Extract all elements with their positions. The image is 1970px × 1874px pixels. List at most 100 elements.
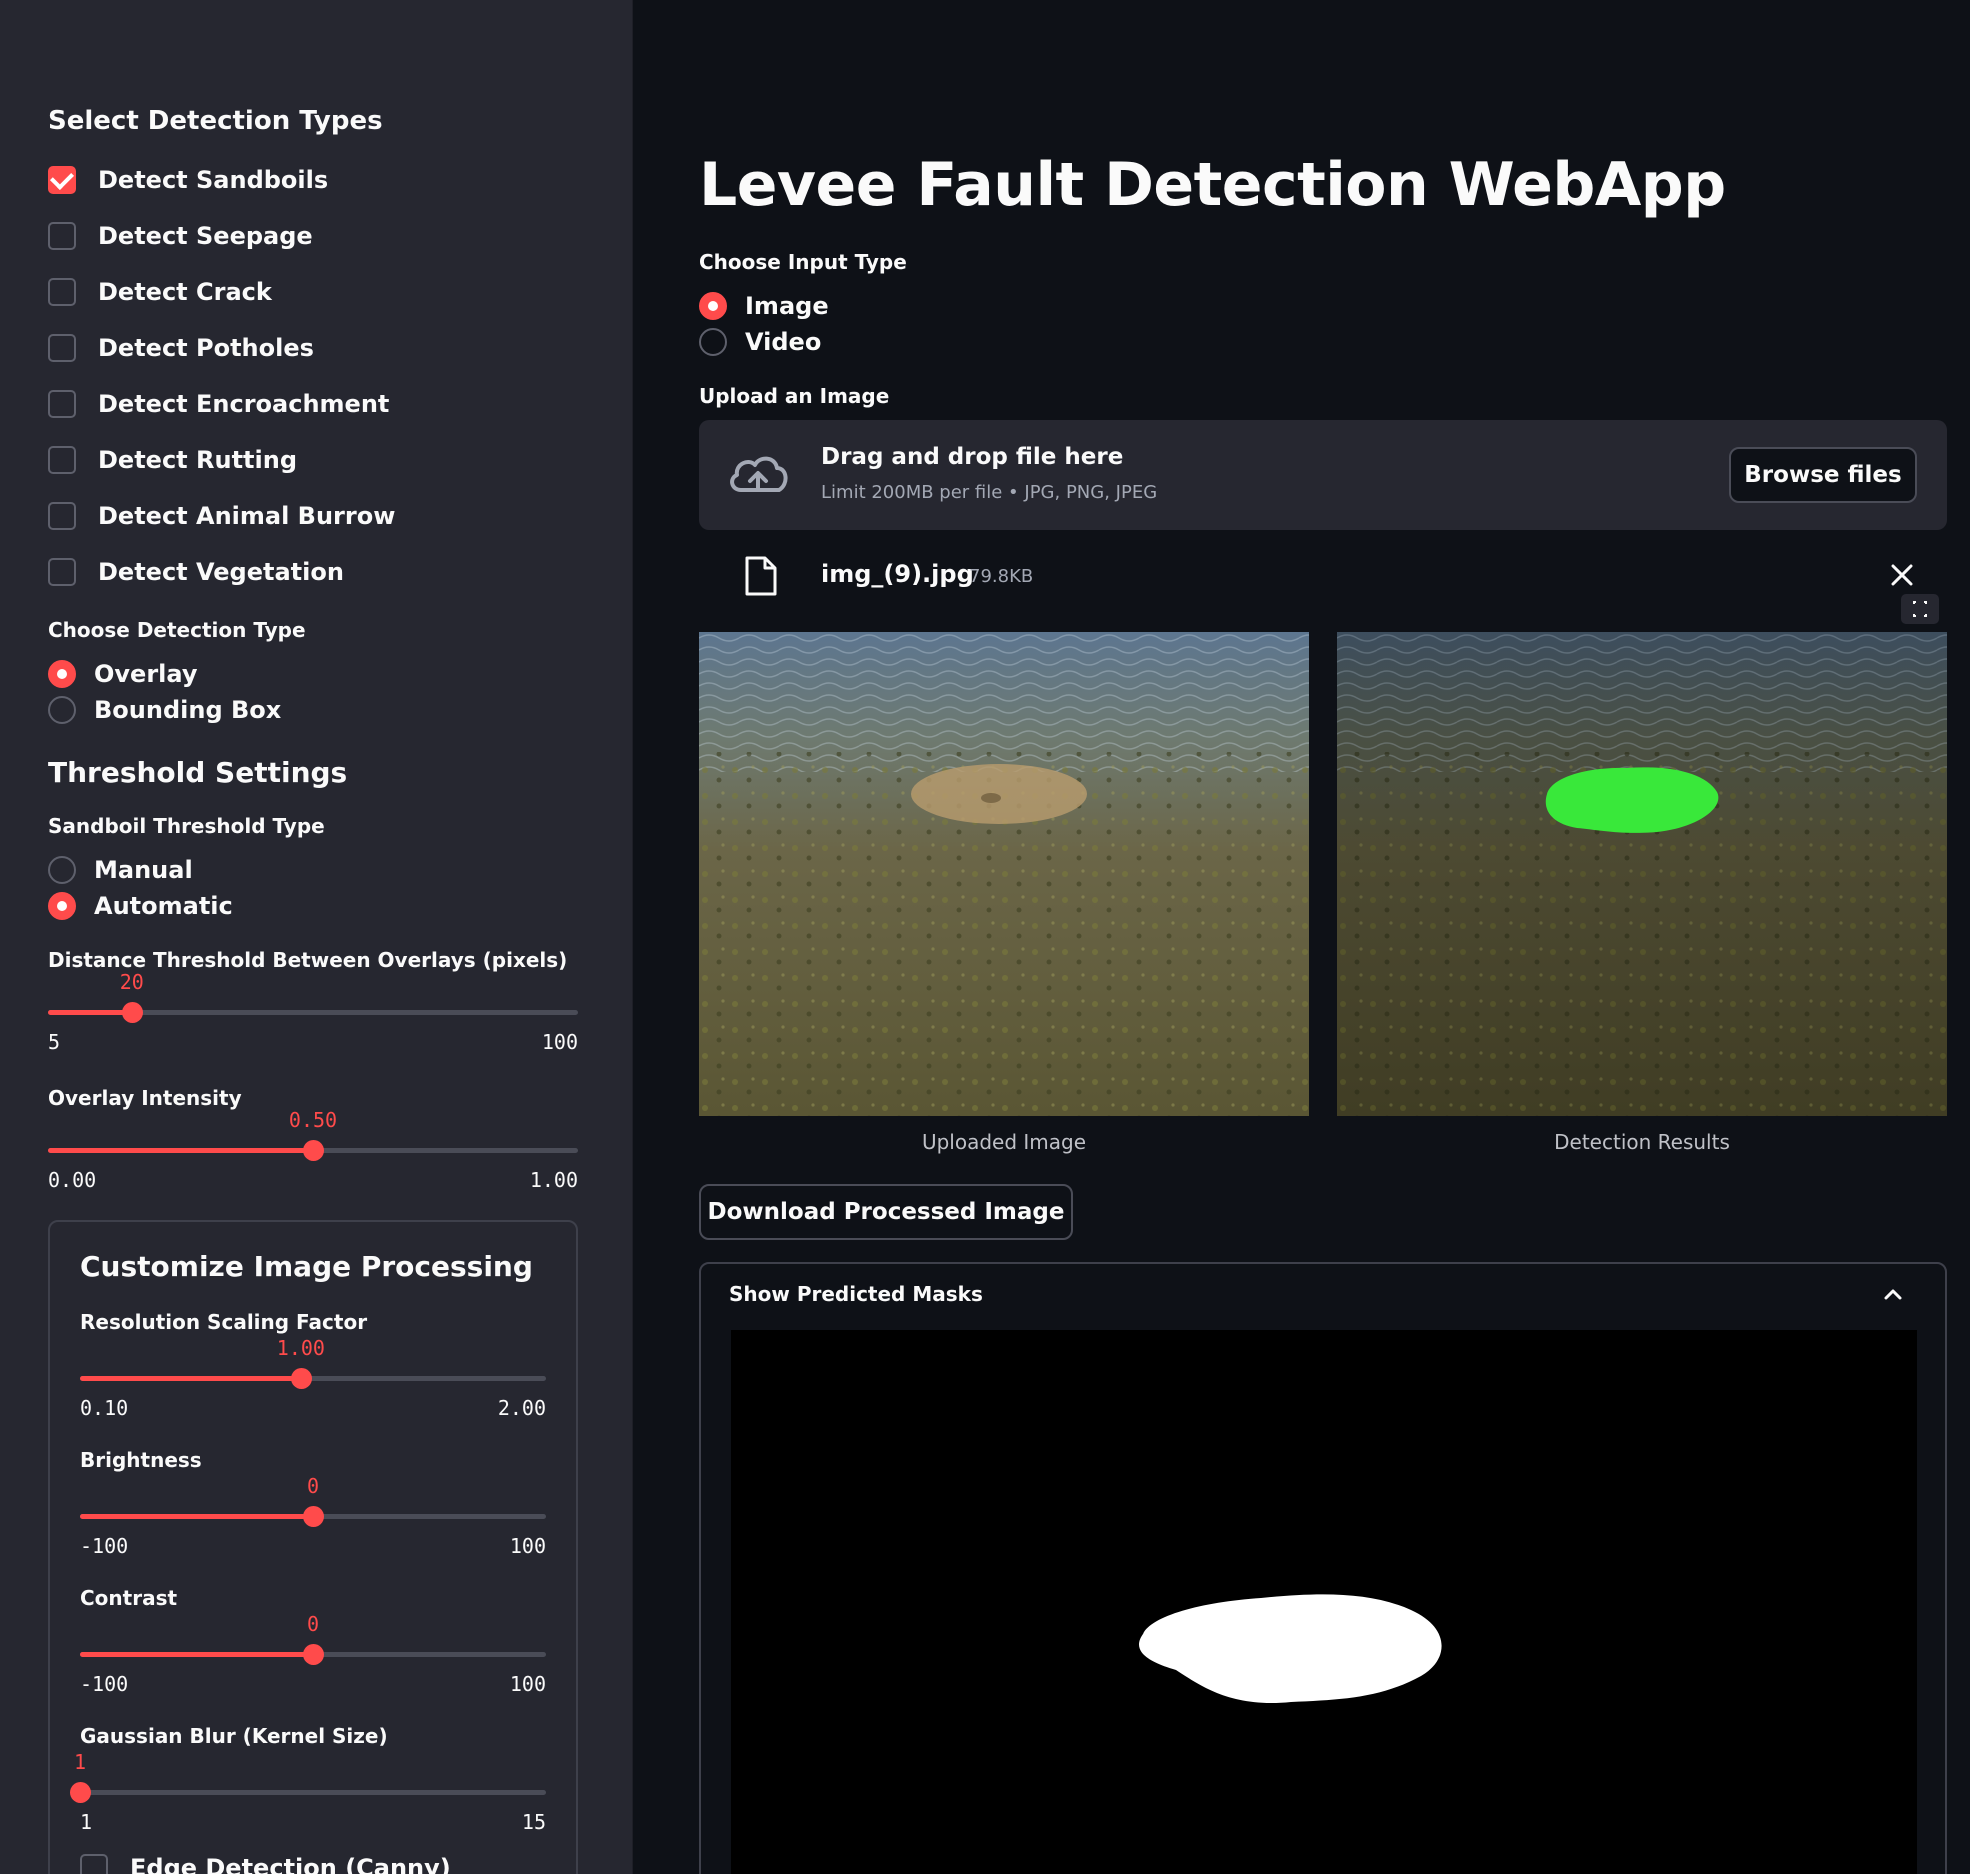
limit-text: Limit 200MB per file • JPG, PNG, JPEG xyxy=(821,482,1158,503)
checkbox-sandboils[interactable]: Detect Sandboils xyxy=(48,160,328,200)
checkbox-vegetation[interactable]: Detect Vegetation xyxy=(48,552,344,592)
page-title: Levee Fault Detection WebApp xyxy=(699,150,1726,220)
uploaded-image xyxy=(699,632,1309,1116)
radio-image[interactable]: Image xyxy=(699,288,829,324)
checkbox-label: Detect Crack xyxy=(98,278,272,306)
predicted-masks-expander: Show Predicted Masks xyxy=(699,1262,1947,1874)
distance-threshold-label: Distance Threshold Between Overlays (pix… xyxy=(48,948,568,972)
checkbox-label: Detect Encroachment xyxy=(98,390,390,418)
radio-dot[interactable] xyxy=(48,660,76,688)
checkbox-edge-detection[interactable]: Edge Detection (Canny) xyxy=(80,1848,451,1874)
checkbox-box[interactable] xyxy=(48,278,76,306)
detection-result-image xyxy=(1337,632,1947,1116)
slider-fill xyxy=(80,1376,301,1381)
radio-dot[interactable] xyxy=(699,328,727,356)
slider-max: 15 xyxy=(521,1810,546,1834)
detection-results-caption: Detection Results xyxy=(1554,1130,1730,1154)
browse-files-button[interactable]: Browse files xyxy=(1729,447,1917,503)
detection-type-label: Choose Detection Type xyxy=(48,618,306,642)
predicted-mask-image xyxy=(731,1330,1917,1874)
resolution-label: Resolution Scaling Factor xyxy=(80,1310,368,1334)
slider-value: 1.00 xyxy=(276,1336,325,1360)
checkbox-label: Detect Animal Burrow xyxy=(98,502,396,530)
contrast-label: Contrast xyxy=(80,1586,178,1610)
checkbox-box[interactable] xyxy=(48,222,76,250)
slider-thumb[interactable] xyxy=(303,1140,324,1161)
checkbox-encroachment[interactable]: Detect Encroachment xyxy=(48,384,389,424)
radio-video[interactable]: Video xyxy=(699,324,821,360)
radio-bounding-box[interactable]: Bounding Box xyxy=(48,692,281,728)
radio-overlay[interactable]: Overlay xyxy=(48,656,198,692)
slider-max: 100 xyxy=(509,1672,546,1696)
checkbox-box[interactable] xyxy=(48,446,76,474)
radio-dot[interactable] xyxy=(48,892,76,920)
brightness-label: Brightness xyxy=(80,1448,202,1472)
radio-dot[interactable] xyxy=(699,292,727,320)
checkbox-crack[interactable]: Detect Crack xyxy=(48,272,272,312)
radio-manual[interactable]: Manual xyxy=(48,852,193,888)
blur-label: Gaussian Blur (Kernel Size) xyxy=(80,1724,388,1748)
file-uploader-dropzone[interactable]: Drag and drop file here Limit 200MB per … xyxy=(699,420,1947,530)
checkbox-label: Detect Vegetation xyxy=(98,558,344,586)
checkbox-box[interactable] xyxy=(48,334,76,362)
file-icon xyxy=(745,556,777,596)
checkbox-potholes[interactable]: Detect Potholes xyxy=(48,328,314,368)
slider-max: 2.00 xyxy=(497,1396,546,1420)
checkbox-label: Detect Rutting xyxy=(98,446,298,474)
slider-fill xyxy=(80,1514,313,1519)
customize-heading: Customize Image Processing xyxy=(80,1250,533,1283)
slider-thumb[interactable] xyxy=(303,1644,324,1665)
file-name: img_(9).jpg xyxy=(821,560,974,588)
select-detection-heading: Select Detection Types xyxy=(48,106,383,136)
upload-label: Upload an Image xyxy=(699,384,890,408)
checkbox-animal-burrow[interactable]: Detect Animal Burrow xyxy=(48,496,395,536)
overlay-intensity-label: Overlay Intensity xyxy=(48,1086,242,1110)
slider-value: 20 xyxy=(119,970,144,994)
slider-fill xyxy=(80,1652,313,1657)
checkbox-label: Detect Potholes xyxy=(98,334,314,362)
file-size: 79.8KB xyxy=(969,566,1034,587)
slider-value: 0 xyxy=(306,1612,320,1636)
customize-processing-box: Customize Image Processing Resolution Sc… xyxy=(48,1220,578,1874)
slider-thumb[interactable] xyxy=(303,1506,324,1527)
slider-fill xyxy=(48,1010,132,1015)
checkbox-box[interactable] xyxy=(48,558,76,586)
slider-fill xyxy=(48,1148,313,1153)
slider-thumb[interactable] xyxy=(121,1002,143,1023)
slider-thumb[interactable] xyxy=(290,1368,312,1389)
checkbox-label: Detect Seepage xyxy=(98,222,313,250)
fullscreen-button[interactable] xyxy=(1901,594,1939,624)
checkbox-seepage[interactable]: Detect Seepage xyxy=(48,216,313,256)
checkbox-rutting[interactable]: Detect Rutting xyxy=(48,440,297,480)
slider-max: 100 xyxy=(509,1534,546,1558)
slider-min: 1 xyxy=(80,1810,93,1834)
radio-label: Manual xyxy=(94,856,193,884)
slider-min: -100 xyxy=(80,1672,129,1696)
radio-dot[interactable] xyxy=(48,856,76,884)
slider-value: 1 xyxy=(74,1750,87,1774)
slider-track[interactable] xyxy=(80,1790,546,1795)
checkbox-label: Edge Detection (Canny) xyxy=(130,1854,451,1874)
slider-value: 0.50 xyxy=(288,1108,338,1132)
expander-header[interactable]: Show Predicted Masks xyxy=(729,1282,983,1306)
close-icon[interactable] xyxy=(1889,562,1915,588)
checkbox-box[interactable] xyxy=(48,502,76,530)
slider-min: -100 xyxy=(80,1534,129,1558)
radio-label: Automatic xyxy=(94,892,233,920)
checkbox-box[interactable] xyxy=(48,166,76,194)
checkbox-box[interactable] xyxy=(80,1854,108,1874)
radio-dot[interactable] xyxy=(48,696,76,724)
download-processed-image-button[interactable]: Download Processed Image xyxy=(699,1184,1073,1240)
sidebar: Select Detection Types Detect Sandboils … xyxy=(0,0,633,1874)
chevron-up-icon[interactable] xyxy=(1881,1286,1905,1302)
radio-label: Video xyxy=(745,328,822,356)
radio-automatic[interactable]: Automatic xyxy=(48,888,233,924)
slider-min: 0.00 xyxy=(48,1168,97,1192)
slider-value: 0 xyxy=(306,1474,320,1498)
checkbox-box[interactable] xyxy=(48,390,76,418)
radio-label: Overlay xyxy=(94,660,198,688)
slider-thumb[interactable] xyxy=(70,1782,91,1803)
threshold-type-label: Sandboil Threshold Type xyxy=(48,814,325,838)
slider-max: 1.00 xyxy=(529,1168,578,1192)
drag-drop-text: Drag and drop file here xyxy=(821,444,1124,470)
